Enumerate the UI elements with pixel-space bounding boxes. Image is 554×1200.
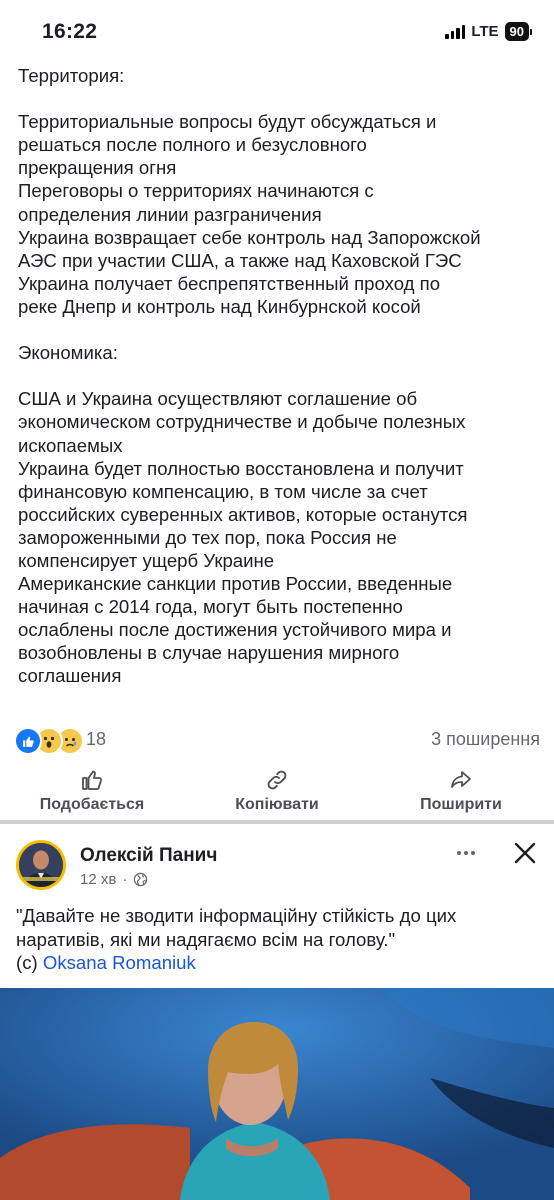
post-meta: 12 хв ·	[80, 871, 148, 888]
next-post-text: "Давайте не зводити інформаційну стійкіс…	[16, 904, 542, 975]
like-label: Подобається	[39, 796, 145, 813]
like-button[interactable]: Подобається	[12, 764, 172, 820]
post-text-line: ослаблены после достижения устойчивого м…	[18, 619, 452, 641]
post-text-line: возобновлены в случае нарушения мирного	[18, 642, 400, 664]
mention-link[interactable]: Oksana Romaniuk	[43, 952, 196, 973]
post-text-line: Экономика:	[18, 342, 118, 364]
reaction-count[interactable]: 18	[86, 729, 106, 750]
share-count[interactable]: 3 поширення	[431, 729, 540, 750]
credit-prefix: (c)	[16, 952, 43, 973]
link-icon	[267, 770, 287, 790]
cellular-signal-icon	[445, 24, 466, 39]
close-button[interactable]	[512, 840, 538, 866]
post-text-line: замороженными до тех пор, пока Россия не	[18, 526, 397, 548]
more-options-button[interactable]	[454, 841, 478, 865]
post-text-line: экономическом сотрудничестве и добыче по…	[18, 411, 466, 433]
copy-button[interactable]: Копіювати	[197, 764, 357, 820]
photo-image	[0, 988, 554, 1200]
post-text-line: реке Днепр и контроль над Кинбурнской ко…	[18, 295, 421, 317]
battery-icon: 90	[504, 22, 532, 41]
post-text-line: начиная с 2014 года, могут быть постепен…	[18, 596, 403, 618]
author-name[interactable]: Олексій Панич	[80, 845, 217, 867]
post-actions: Подобається Копіювати Поширити	[0, 764, 554, 820]
quote-line: "Давайте не зводити інформаційну стійкіс…	[16, 905, 457, 926]
copy-label: Копіювати	[235, 796, 319, 813]
post-text-line: Переговоры о территориях начинаются с	[18, 180, 374, 202]
post-text-line: Территориальные вопросы будут обсуждатьс…	[18, 111, 437, 133]
battery-level: 90	[504, 22, 529, 41]
post-text-line: Украина получает беспрепятственный прохо…	[18, 272, 441, 294]
post-text-line: Американские санкции против России, введ…	[18, 573, 453, 595]
post-text-line: финансовую компенсацию, в том числе за с…	[18, 480, 428, 502]
reactions-summary[interactable]: 18 3 поширення	[14, 726, 540, 755]
post-text: Территория: Территориальные вопросы будут…	[18, 64, 544, 688]
share-label: Поширити	[420, 796, 502, 813]
post-text-line: Украина возвращает себе контроль над Зап…	[18, 226, 481, 248]
globe-icon	[134, 872, 148, 887]
thumbs-up-icon	[82, 770, 102, 790]
post-time[interactable]: 12 хв	[80, 871, 116, 888]
post-text-line: Территория:	[18, 65, 125, 86]
status-bar: 16:22 LTE 90	[0, 0, 554, 66]
post-text-line: компенсирует ущерб Украине	[18, 549, 275, 571]
reaction-icons[interactable]	[14, 727, 84, 755]
post-text-line: прекращения огня	[18, 157, 177, 179]
post-text-line: ископаемых	[18, 434, 123, 456]
credit-line: (c) Oksana Romaniuk	[16, 951, 542, 975]
share-arrow-icon	[451, 771, 471, 788]
post-text-line: соглашения	[18, 665, 122, 687]
quote-line: наративів, які ми надягаємо всім на голо…	[16, 928, 396, 950]
post-text-line: российских суверенных активов, которые о…	[18, 503, 468, 525]
like-icon	[14, 727, 42, 755]
share-button[interactable]: Поширити	[381, 764, 541, 820]
status-indicators: LTE 90	[445, 22, 532, 41]
feed-divider	[0, 820, 554, 824]
avatar[interactable]	[16, 840, 66, 890]
post-text-line: Украина будет полностью восстановлена и …	[18, 457, 464, 479]
post-text-line: определения линии разграничения	[18, 203, 322, 225]
post-text-line: решаться после полного и безусловного	[18, 134, 367, 156]
network-type: LTE	[471, 23, 499, 40]
post-photo[interactable]	[0, 988, 554, 1200]
post-text-line: США и Украина осуществляют соглашение об	[18, 388, 418, 410]
status-time: 16:22	[42, 20, 98, 43]
close-icon	[514, 842, 536, 864]
post-text-line: АЭС при участии США, а также над Каховск…	[18, 249, 462, 271]
